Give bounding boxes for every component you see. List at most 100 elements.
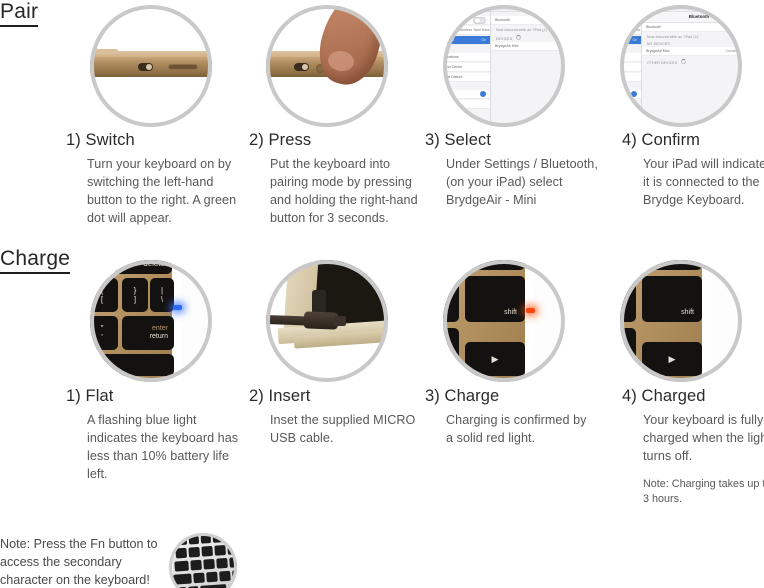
power-switch-icon [138,63,153,71]
settings-row-airplane [620,16,641,25]
discoverable-text: Now discoverable as "iPad (2)". [496,28,550,32]
my-devices-header: MY DEVICES [647,42,670,46]
settings-spacer [620,46,641,52]
footer-note: Note: Press the Fn button to access the … [0,537,158,587]
settings-row-notifications: Notifications [443,53,490,62]
fingernail [326,49,356,73]
key-return: return [465,260,525,270]
step-title: 1) Switch [66,131,135,149]
key-delete: delete [114,260,172,274]
bluetooth-toggle-row: Bluetooth [491,16,565,25]
keyboard-lip [96,49,118,54]
bluetooth-device-row: BrydgeAir Mini [491,42,565,51]
settings-row-extra: General [443,100,490,109]
step-pair-1: 1) Switch Turn your keyboard on by switc… [66,131,241,227]
ipad-status-bar [443,5,565,12]
toggle-off-icon [473,16,486,24]
micro-usb-tip [334,316,346,326]
key-arrow: ▶ [465,342,525,376]
step-body: Under Settings / Bluetooth, (on your iPa… [446,156,598,207]
keyboard-side-edge [702,260,711,382]
step-body: Inset the supplied MICRO USB cable. [270,412,416,445]
micro-usb-port [168,64,198,70]
key-shift [100,354,174,376]
loading-spinner-icon [681,59,687,64]
discoverable-text: Now discoverable as "iPad (2)". [647,35,701,39]
bluetooth-toggle-row: Bluetooth [642,23,742,32]
step-pair-2: 2) Press Put the keyboard into pairing m… [249,131,424,227]
ipad-bluetooth-screen: Brydge Wireless Table Base On [620,5,742,127]
step-body: Your iPad will indicate it is connected … [643,156,764,207]
key-return: enter return [122,316,174,350]
figure-footer-keyboard [169,533,239,588]
other-devices-header: OTHER DEVICES [642,57,742,66]
figure-switch-image [90,5,212,127]
step-title: 4) Charged [622,387,706,405]
key-shift: shift [642,276,702,322]
power-switch-icon [294,63,309,71]
settings-row-airplane: Airplane Mode [443,16,490,25]
figure-switch [90,5,222,127]
step-charge-4: 4) Charged Your keyboard is fully charge… [622,387,764,507]
step-charge-1: 1) Flat A flashing blue light indicates … [66,387,246,483]
section-heading-charge: Charge [0,248,71,274]
key-backslash: | \ [150,278,174,312]
bluetooth-detail-panel: Bluetooth Now discoverable as "iPad (2)"… [491,12,565,127]
background-white [711,260,742,382]
step-pair-3: 3) Select Under Settings / Bluetooth, (o… [425,131,605,210]
figure-insert [266,260,398,382]
step-title: 3) Charge [425,387,500,405]
step-body: A flashing blue light indicates the keyb… [87,412,239,481]
key-curly-bracket: { [ [90,278,118,312]
settings-row-do-not-disturb: Do Not Disturb [443,73,490,82]
manual-page: Pair plane Mode -Fi Brydge Wireless Tabl… [0,0,764,588]
background-white [181,260,212,382]
key-left-block-2 [620,328,636,374]
devices-header: DEVICES [491,33,565,42]
settings-row-general [443,90,490,99]
key-arrow: ▶ [642,342,702,376]
figure-flat-image: delete { [ } ] | \ " ' enter return [90,260,212,382]
figure-flat: delete { [ } ] | \ " ' enter return [90,260,222,382]
toggle-on-icon [739,23,742,31]
settings-row-bluetooth: On [620,36,641,45]
settings-row-notifications [620,53,641,62]
section-heading-pair: Pair [0,1,39,27]
settings-row-general [620,90,641,99]
step-charge-3: 3) Charge Charging is confirmed by a sol… [425,387,595,448]
figure-confirm-image: Brydge Wireless Table Base On [620,5,742,127]
step-body: Your keyboard is fully charged when the … [643,412,764,463]
step-body: Turn your keyboard on by switching the l… [87,156,237,225]
figure-charged: return shift ▶ [620,260,752,382]
key-left-block-2 [443,328,459,374]
background-white [534,260,565,382]
led-indicator-blue [173,305,182,310]
figure-press [266,5,398,127]
settings-sidebar: Brydge Wireless Table Base On [620,12,642,127]
figure-select: Airplane Mode Wi-Fi Brydge Wireless Tabl… [443,5,575,127]
step-note: Note: Charging takes up to 3 hours. [643,477,764,505]
settings-spacer [620,83,641,89]
settings-spacer [443,46,490,52]
settings-row-do-not-disturb [620,73,641,82]
settings-row-wifi: Brydge Wireless Table Base [620,26,641,35]
settings-row-bluetooth: Bluetooth On [443,36,490,45]
heading-underline [0,272,71,274]
figure-select-image: Airplane Mode Wi-Fi Brydge Wireless Tabl… [443,5,565,127]
bluetooth-panel-title: Bluetooth [642,12,742,23]
figure-charge-image: return shift ▶ [443,260,565,382]
settings-row-control-center [620,63,641,72]
finger-illustration [310,5,388,92]
settings-sidebar: Airplane Mode Wi-Fi Brydge Wireless Tabl… [443,12,491,127]
step-title: 2) Insert [249,387,311,405]
key-quote: " ' [90,316,118,350]
loading-spinner-icon [516,35,522,40]
general-icon [631,91,637,97]
bluetooth-detail-panel: Bluetooth Bluetooth Now discoverable as … [642,12,742,127]
step-title: 3) Select [425,131,492,149]
ipad-status-bar [620,5,742,12]
toggle-off-icon [624,16,637,24]
step-charge-2: 2) Insert Inset the supplied MICRO USB c… [249,387,424,448]
bluetooth-device-row-connected: BrydgeAir Mini Connected i [642,47,742,56]
key-left-block [443,276,459,322]
